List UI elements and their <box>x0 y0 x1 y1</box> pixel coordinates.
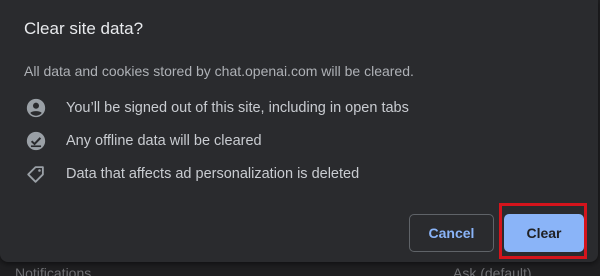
dialog-item-label: Any offline data will be cleared <box>66 133 262 149</box>
dialog-item-label: You’ll be signed out of this site, inclu… <box>66 100 409 116</box>
offline-check-icon <box>24 129 48 153</box>
background-row-label: Notifications <box>15 265 92 276</box>
dialog-description: All data and cookies stored by chat.open… <box>24 63 414 79</box>
background-row-value: Ask (default) <box>453 265 532 276</box>
dialog-item-signout: You’ll be signed out of this site, inclu… <box>24 96 409 120</box>
dialog-item-label: Data that affects ad personalization is … <box>66 166 360 182</box>
dialog-item-ad-personalization: Data that affects ad personalization is … <box>24 162 359 186</box>
clear-button[interactable]: Clear <box>504 214 584 252</box>
clear-site-data-dialog: Clear site data? All data and cookies st… <box>0 0 598 262</box>
account-circle-icon <box>24 96 48 120</box>
dialog-title: Clear site data? <box>24 19 144 38</box>
background-settings-row: Notifications Ask (default) <box>0 264 600 276</box>
cancel-button[interactable]: Cancel <box>409 214 494 252</box>
tag-icon <box>24 162 48 186</box>
dialog-item-offline-data: Any offline data will be cleared <box>24 129 262 153</box>
